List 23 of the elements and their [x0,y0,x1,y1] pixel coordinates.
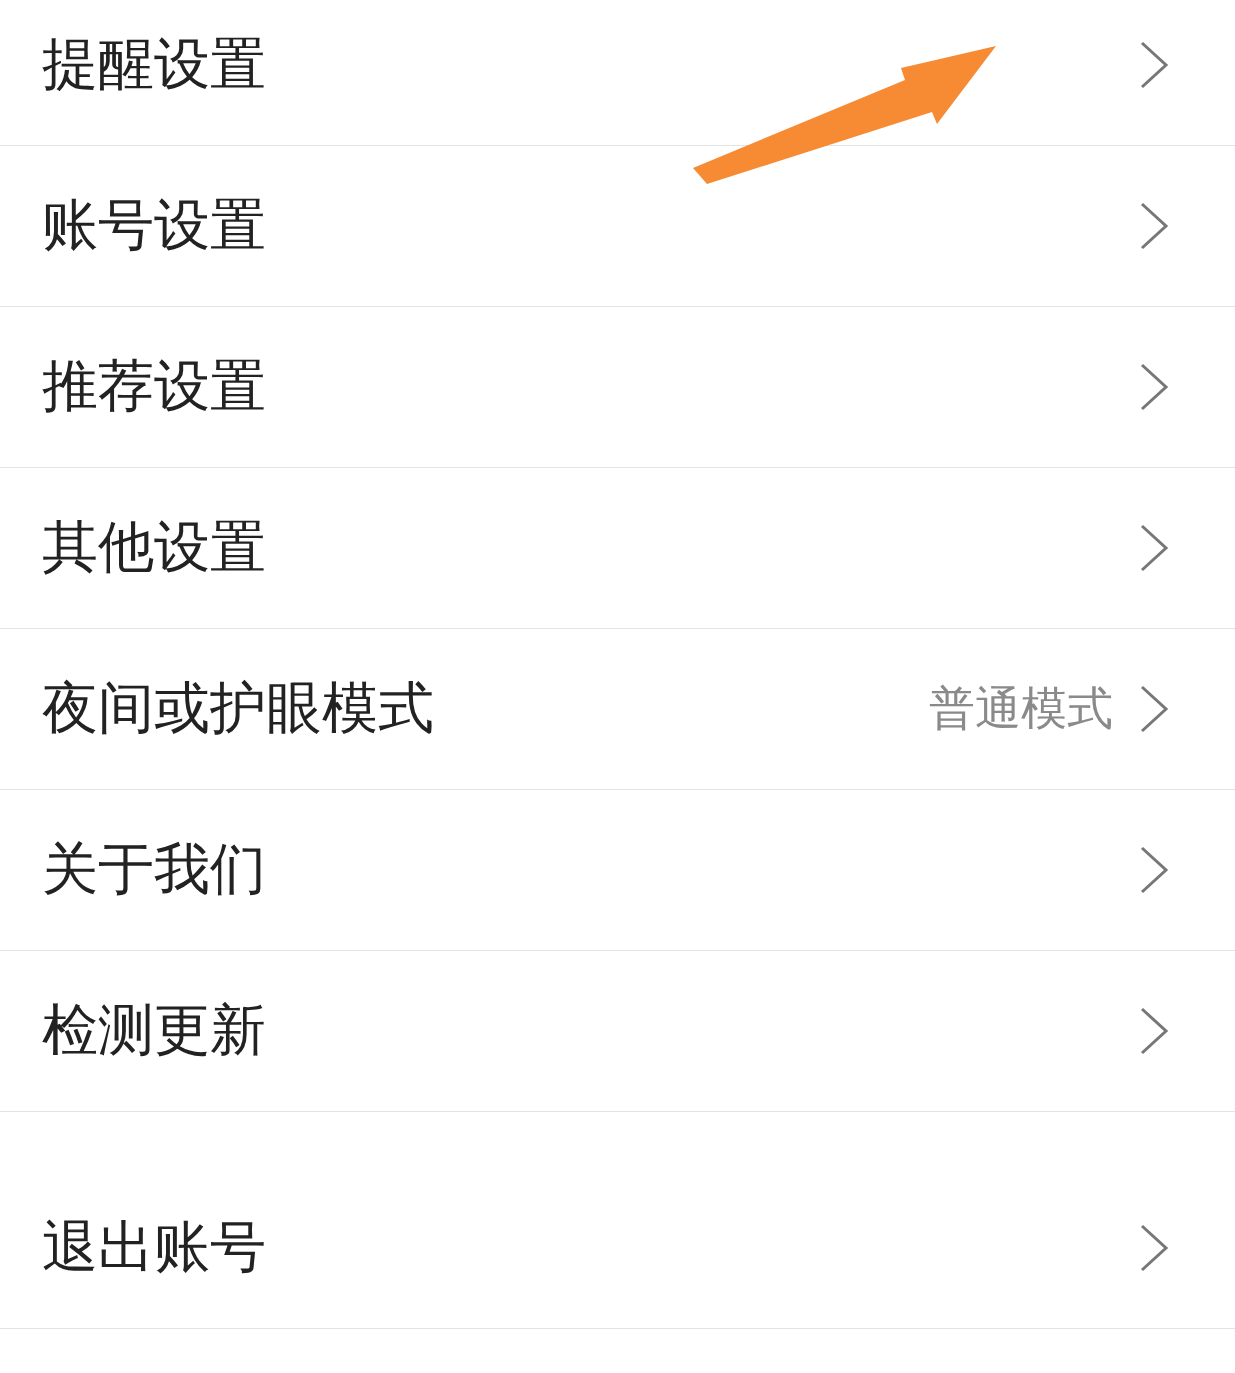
chevron-right-icon [1139,1006,1169,1056]
row-label: 关于我们 [42,835,266,903]
settings-row[interactable]: 推荐设置 [0,307,1235,468]
settings-row[interactable]: 关于我们 [0,790,1235,951]
chevron-right-icon [1139,40,1169,90]
chevron-right-icon [1139,362,1169,412]
settings-row[interactable]: 其他设置 [0,468,1235,629]
row-label: 提醒设置 [42,30,266,98]
chevron-right-icon [1139,201,1169,251]
chevron-right-icon [1139,845,1169,895]
chevron-right-icon [1139,523,1169,573]
settings-row[interactable]: 夜间或护眼模式 普通模式 [0,629,1235,790]
settings-row[interactable]: 检测更新 [0,951,1235,1112]
row-value: 普通模式 [929,680,1113,737]
row-label: 账号设置 [42,191,266,259]
chevron-right-icon [1139,1223,1169,1273]
settings-row[interactable]: 退出账号 [0,1168,1235,1329]
row-label: 检测更新 [42,996,266,1064]
row-label: 夜间或护眼模式 [42,674,434,742]
row-label: 推荐设置 [42,352,266,420]
row-label: 退出账号 [42,1213,266,1281]
row-label: 其他设置 [42,513,266,581]
chevron-right-icon [1139,684,1169,734]
